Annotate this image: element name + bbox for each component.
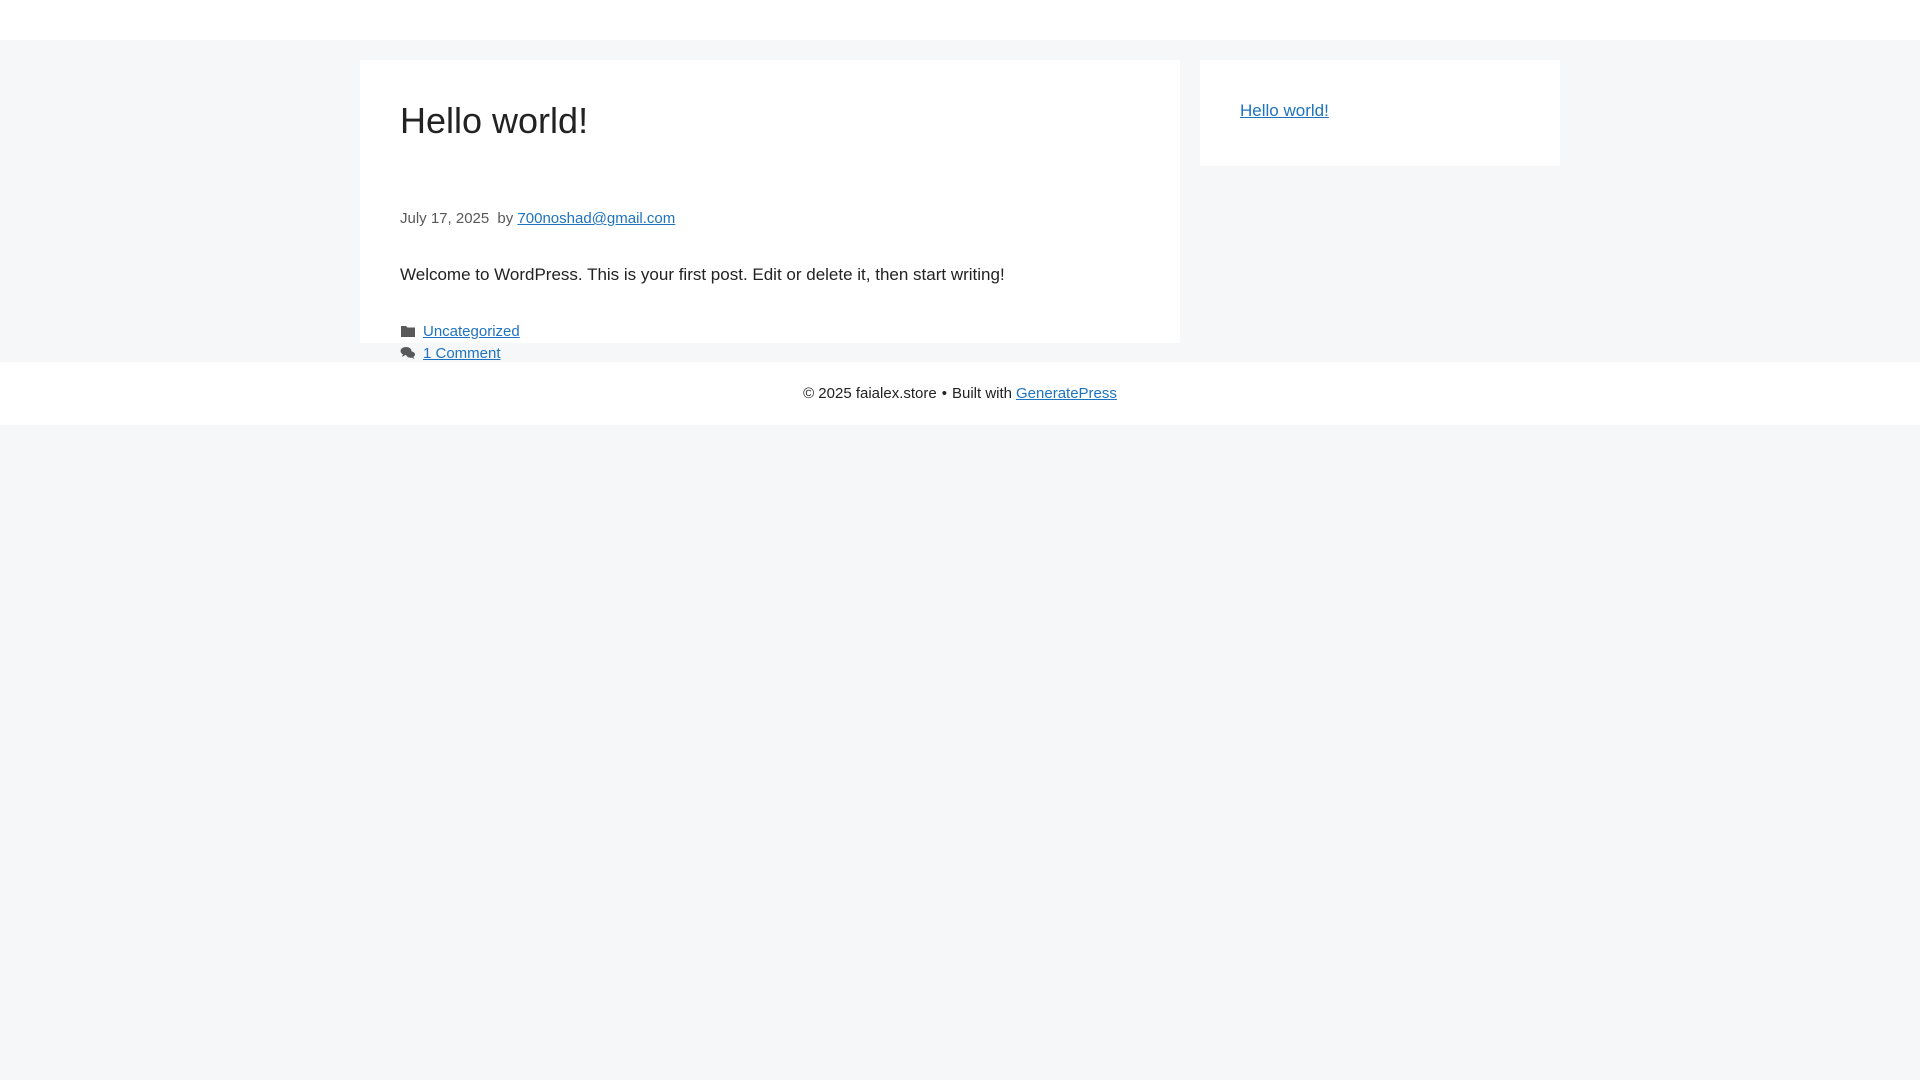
recent-post-link[interactable]: Hello world!: [1240, 101, 1329, 121]
category-link[interactable]: Uncategorized: [423, 323, 520, 340]
footer-separator: •: [941, 385, 947, 402]
folder-icon: [400, 324, 416, 338]
post-meta: July 17, 2025 by 700noshad@gmail.com: [400, 210, 675, 227]
post-article: Hello world! July 17, 2025 by 700noshad@…: [360, 60, 1180, 362]
post-title: Hello world!: [400, 100, 589, 141]
theme-link[interactable]: GeneratePress: [1016, 385, 1117, 402]
comments-icon: [400, 346, 416, 360]
comments-link[interactable]: 1 Comment: [423, 345, 501, 362]
copyright-text: © 2025 faialex.store: [803, 385, 937, 402]
author-link[interactable]: 700noshad@gmail.com: [517, 210, 675, 227]
post-footer: Uncategorized 1 Comment: [400, 320, 520, 364]
sidebar-widget: Hello world!: [1200, 60, 1560, 166]
built-with-text: Built with: [951, 385, 1013, 402]
site-footer: © 2025 faialex.store • Built with Genera…: [0, 362, 1920, 425]
category-row: Uncategorized: [400, 320, 520, 342]
by-label: by: [497, 210, 514, 227]
post-content: Welcome to WordPress. This is your first…: [400, 265, 1005, 284]
site-header: [0, 0, 1920, 40]
comments-row: 1 Comment: [400, 342, 520, 364]
post-date: July 17, 2025: [400, 210, 490, 227]
